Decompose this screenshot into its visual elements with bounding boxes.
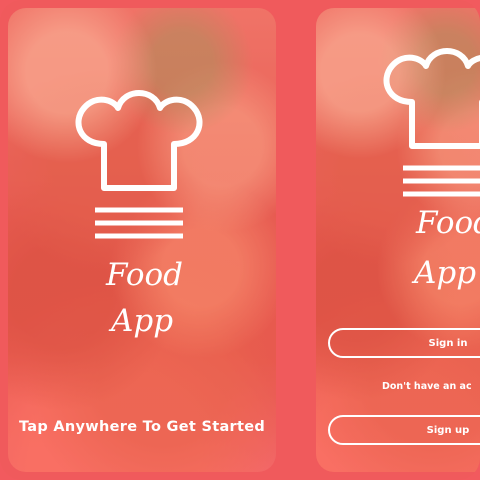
chef-hat-icon — [383, 48, 480, 197]
app-showcase: Food App Tap Anywhere To Get Started Foo… — [0, 0, 480, 480]
sign-up-button[interactable]: Sign up — [328, 415, 480, 445]
app-title-line2: App — [111, 303, 174, 339]
sign-in-button[interactable]: Sign in — [328, 328, 480, 358]
app-title-line1: Food — [416, 205, 480, 241]
app-title-line2: App — [414, 255, 477, 291]
splash-screen[interactable]: Food App Tap Anywhere To Get Started — [8, 8, 276, 472]
auth-screen: Food App Sign in Don't have an ac Sign u… — [316, 8, 480, 472]
tap-to-start-text[interactable]: Tap Anywhere To Get Started — [8, 419, 276, 435]
app-title-line1: Food — [106, 257, 183, 293]
chef-hat-icon — [75, 90, 203, 239]
no-account-text: Don't have an ac — [382, 381, 472, 392]
